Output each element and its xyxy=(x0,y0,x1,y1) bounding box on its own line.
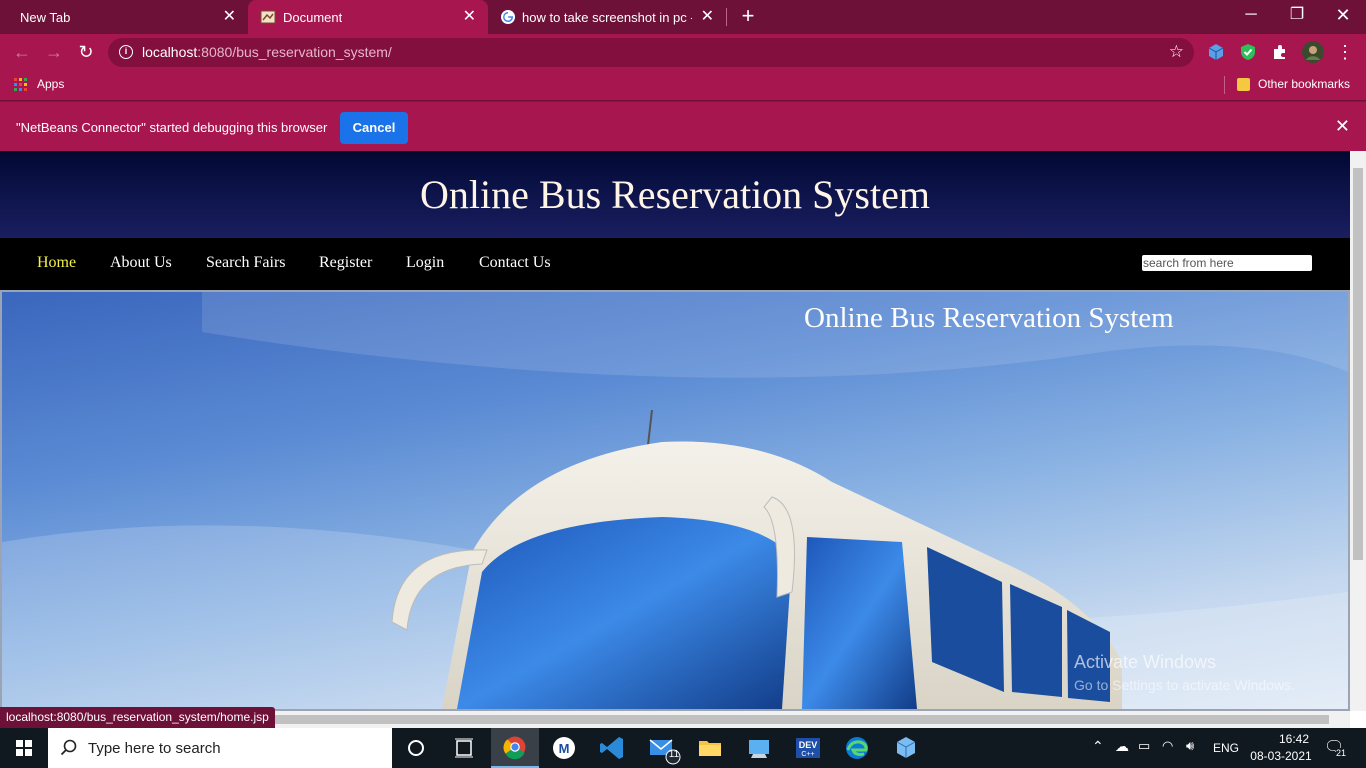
activate-windows-subtitle: Go to Settings to activate Windows. xyxy=(1074,677,1295,693)
restore-icon[interactable]: ❐ xyxy=(1274,0,1320,32)
windows-taskbar: Type here to search M 11 DEV C++ ⌃ ☁ ▭ ◠ … xyxy=(0,728,1366,768)
close-icon[interactable]: ✕ xyxy=(701,9,714,25)
minimize-icon[interactable]: ─ xyxy=(1228,0,1274,32)
windows-start-icon[interactable] xyxy=(0,728,48,768)
back-arrow-icon[interactable]: ← xyxy=(9,39,35,65)
tab-strip: New Tab ✕ Document ✕ how to take screens… xyxy=(0,0,1366,34)
search-icon xyxy=(60,739,77,756)
apps-bookmark[interactable]: Apps xyxy=(37,77,64,91)
close-icon[interactable]: ✕ xyxy=(1335,116,1350,137)
tab-new-tab[interactable]: New Tab ✕ xyxy=(0,0,248,34)
chrome-icon[interactable] xyxy=(491,728,539,768)
hero-title: Online Bus Reservation System xyxy=(804,302,1174,334)
nav-link-contact-us[interactable]: Contact Us xyxy=(479,254,551,272)
clock-time[interactable]: 16:42 xyxy=(1264,732,1324,746)
taskbar-search-placeholder: Type here to search xyxy=(88,740,221,757)
url-path: :8080/bus_reservation_system/ xyxy=(197,44,392,60)
bookmarks-divider xyxy=(1224,76,1225,94)
tab-title: New Tab xyxy=(20,9,71,25)
bookmark-star-icon[interactable]: ☆ xyxy=(1169,42,1184,62)
bus-image xyxy=(2,292,1348,709)
language-indicator[interactable]: ENG xyxy=(1213,741,1239,755)
nav-link-home[interactable]: Home xyxy=(37,254,76,272)
vscode-icon[interactable] xyxy=(589,728,637,768)
tab-title: Document xyxy=(283,9,343,25)
taskbar-search-box[interactable]: Type here to search xyxy=(48,728,392,768)
infobar-message: "NetBeans Connector" started debugging t… xyxy=(16,120,328,135)
cube-app-icon[interactable] xyxy=(882,728,930,768)
cancel-button[interactable]: Cancel xyxy=(340,112,408,144)
tab-divider xyxy=(726,8,727,26)
task-view-icon[interactable] xyxy=(440,728,488,768)
hero-banner: Online Bus Reservation System Activate W… xyxy=(0,290,1350,711)
system-tray: ⌃ ☁ ▭ ◠ 🔊︎ ENG 16:42 08-03-2021 🗨︎ 21 xyxy=(1088,728,1366,768)
chevron-up-icon[interactable]: ⌃ xyxy=(1092,738,1104,755)
activate-windows-title: Activate Windows xyxy=(1074,652,1217,672)
cube-extension-icon[interactable] xyxy=(1206,42,1226,62)
nav-link-login[interactable]: Login xyxy=(406,254,444,272)
avatar[interactable] xyxy=(1302,41,1324,63)
tab-document[interactable]: Document ✕ xyxy=(248,0,488,34)
clock-date[interactable]: 08-03-2021 xyxy=(1246,749,1316,763)
apps-grid-icon[interactable] xyxy=(14,78,28,92)
bookmarks-bar: Apps Other bookmarks xyxy=(0,70,1366,100)
menu-dots-icon[interactable]: ⋮ xyxy=(1332,39,1358,65)
cortana-icon[interactable] xyxy=(392,728,440,768)
svg-text:DEV: DEV xyxy=(799,740,818,750)
volume-icon[interactable]: 🔊︎ xyxy=(1186,738,1194,754)
google-icon xyxy=(501,10,515,24)
mail-badge: 11 xyxy=(668,749,680,760)
url-host: localhost xyxy=(142,44,198,60)
battery-icon[interactable]: ▭ xyxy=(1138,738,1150,754)
tab-title: how to take screenshot in pc - Go xyxy=(522,9,692,25)
reload-icon[interactable]: ↻ xyxy=(73,39,99,65)
app-icon[interactable]: M xyxy=(540,728,588,768)
mail-icon[interactable] xyxy=(638,728,686,768)
svg-text:C++: C++ xyxy=(801,751,814,758)
shield-extension-icon[interactable] xyxy=(1238,42,1258,62)
info-icon[interactable]: i xyxy=(119,45,133,59)
debug-infobar: "NetBeans Connector" started debugging t… xyxy=(0,101,1366,151)
site-search-input[interactable] xyxy=(1142,255,1312,271)
vertical-scrollbar[interactable] xyxy=(1350,151,1366,711)
puzzle-extensions-icon[interactable] xyxy=(1270,42,1290,62)
browser-toolbar: ← → ↻ i localhost:8080/bus_reservation_s… xyxy=(0,34,1366,70)
wifi-icon[interactable]: ◠ xyxy=(1162,738,1173,754)
tab-google-search[interactable]: how to take screenshot in pc - Go ✕ xyxy=(488,0,726,34)
site-nav: Home About Us Search Fairs Register Logi… xyxy=(0,238,1350,290)
vertical-scroll-thumb[interactable] xyxy=(1353,168,1363,560)
app-window-icon[interactable] xyxy=(735,728,783,768)
status-bubble-url: localhost:8080/bus_reservation_system/ho… xyxy=(0,707,275,728)
svg-text:M: M xyxy=(559,741,570,756)
document-favicon-icon xyxy=(260,10,276,24)
close-icon[interactable]: ✕ xyxy=(223,9,236,25)
address-bar[interactable]: i localhost:8080/bus_reservation_system/… xyxy=(108,38,1194,67)
dev-tool-icon[interactable]: DEVC++ xyxy=(784,728,832,768)
cloud-icon[interactable]: ☁ xyxy=(1115,738,1129,755)
close-icon[interactable]: ✕ xyxy=(463,9,476,25)
notification-count: 21 xyxy=(1336,748,1347,758)
folder-icon xyxy=(1237,78,1250,91)
other-bookmarks-folder[interactable]: Other bookmarks xyxy=(1258,77,1350,91)
url-text: localhost:8080/bus_reservation_system/ xyxy=(142,44,392,60)
window-close-icon[interactable]: ✕ xyxy=(1320,0,1366,32)
file-explorer-icon[interactable] xyxy=(686,728,734,768)
nav-link-search-fairs[interactable]: Search Fairs xyxy=(206,254,286,272)
nav-link-about-us[interactable]: About Us xyxy=(110,254,172,272)
edge-icon[interactable] xyxy=(833,728,881,768)
site-header: Online Bus Reservation System xyxy=(0,151,1350,238)
page-viewport: Online Bus Reservation System Home About… xyxy=(0,151,1366,728)
site-title: Online Bus Reservation System xyxy=(420,172,930,217)
nav-link-register[interactable]: Register xyxy=(319,254,372,272)
forward-arrow-icon[interactable]: → xyxy=(41,39,67,65)
new-tab-button[interactable]: + xyxy=(737,5,759,27)
